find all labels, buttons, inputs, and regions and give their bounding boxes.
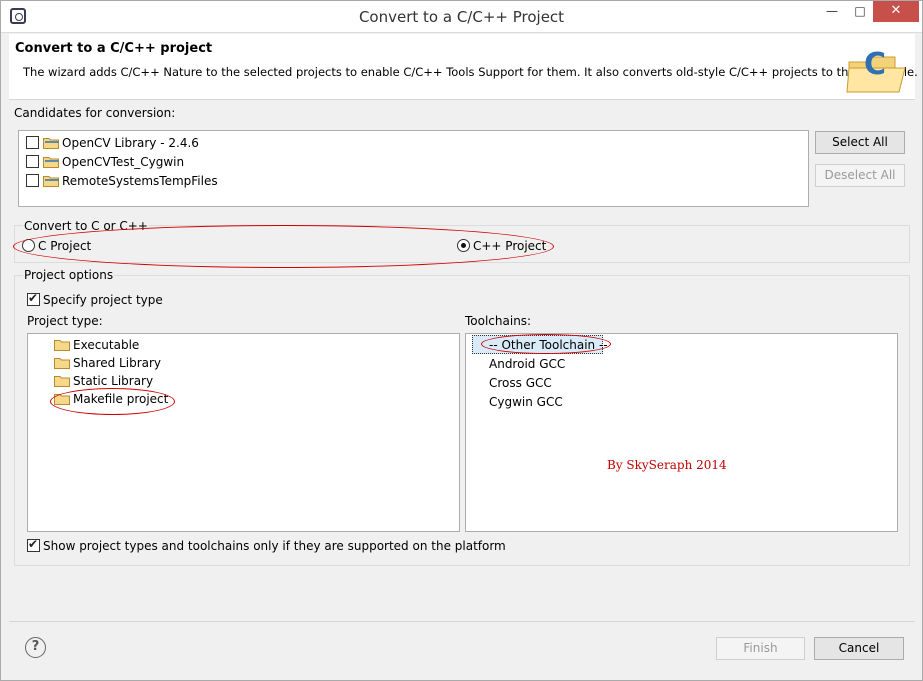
- c-project-label: C Project: [38, 238, 92, 253]
- candidate-checkbox[interactable]: [26, 136, 39, 149]
- specify-type-option[interactable]: Specify project type: [27, 290, 163, 309]
- watermark-text: By SkySeraph 2014: [607, 458, 727, 472]
- candidate-row[interactable]: OpenCV Library - 2.4.6: [26, 133, 199, 152]
- candidate-checkbox[interactable]: [26, 155, 39, 168]
- c-project-radio-button[interactable]: [22, 239, 35, 252]
- minimize-button[interactable]: —: [819, 1, 845, 22]
- c-project-radio[interactable]: C Project: [22, 236, 91, 255]
- window-title: Convert to a C/C++ Project: [358, 8, 565, 26]
- candidate-row[interactable]: OpenCVTest_Cygwin: [26, 152, 184, 171]
- project-folder-icon: [43, 175, 59, 187]
- toolchains-list[interactable]: -- Other Toolchain -- Android GCC Cross …: [465, 333, 898, 532]
- folder-icon: [54, 393, 70, 405]
- cpp-project-label: C++ Project: [473, 238, 547, 253]
- cpp-project-radio-button[interactable]: [457, 239, 470, 252]
- project-folder-icon: [43, 156, 59, 168]
- toolchain-item[interactable]: Cygwin GCC: [489, 392, 563, 411]
- wizard-description: The wizard adds C/C++ Nature to the sele…: [23, 65, 918, 79]
- toolchains-label: Toolchains:: [465, 314, 532, 328]
- help-icon[interactable]: ?: [25, 637, 46, 658]
- candidate-label: OpenCV Library - 2.4.6: [62, 135, 199, 150]
- folder-icon: [54, 357, 70, 369]
- convert-group-label: Convert to C or C++: [23, 219, 149, 233]
- project-type-label: Project type:: [27, 314, 103, 328]
- show-supported-label: Show project types and toolchains only i…: [43, 538, 506, 553]
- cancel-button[interactable]: Cancel: [814, 637, 904, 660]
- close-button[interactable]: ✕: [873, 1, 919, 22]
- dialog-window: Convert to a C/C++ Project — □ ✕ Convert…: [0, 0, 923, 681]
- candidates-list[interactable]: OpenCV Library - 2.4.6 OpenCVTest_Cygwin…: [18, 130, 809, 207]
- project-type-label: Makefile project: [73, 391, 169, 406]
- title-bar[interactable]: Convert to a C/C++ Project — □ ✕: [1, 1, 922, 33]
- c-folder-wizard-icon: C: [846, 47, 906, 93]
- specify-type-checkbox[interactable]: [27, 291, 40, 306]
- project-type-item[interactable]: Static Library: [50, 371, 153, 390]
- select-all-button[interactable]: Select All: [815, 131, 905, 154]
- toolchain-label: Android GCC: [489, 356, 566, 371]
- candidate-checkbox[interactable]: [26, 174, 39, 187]
- show-supported-checkbox[interactable]: [27, 537, 40, 552]
- toolchain-item[interactable]: Android GCC: [489, 354, 565, 373]
- project-folder-icon: [43, 137, 59, 149]
- toolchain-item[interactable]: Cross GCC: [489, 373, 552, 392]
- svg-text:C: C: [864, 47, 886, 82]
- project-type-item[interactable]: Shared Library: [50, 353, 161, 372]
- toolchain-label: -- Other Toolchain --: [489, 337, 608, 352]
- project-options-label: Project options: [23, 268, 115, 282]
- wizard-header: Convert to a C/C++ project The wizard ad…: [9, 34, 918, 100]
- folder-icon: [54, 339, 70, 351]
- folder-icon: [54, 375, 70, 387]
- project-type-list[interactable]: Executable Shared Library Static Library…: [27, 333, 460, 532]
- project-type-item[interactable]: Makefile project: [50, 389, 168, 408]
- candidate-row[interactable]: RemoteSystemsTempFiles: [26, 171, 218, 190]
- wizard-title: Convert to a C/C++ project: [15, 41, 213, 56]
- toolchain-label: Cross GCC: [489, 375, 552, 390]
- toolchain-item-selected[interactable]: -- Other Toolchain --: [472, 335, 608, 354]
- cpp-project-radio[interactable]: C++ Project: [457, 236, 546, 255]
- project-type-label: Shared Library: [73, 355, 162, 370]
- project-type-item[interactable]: Executable: [50, 335, 139, 354]
- deselect-all-button[interactable]: Deselect All: [815, 164, 905, 187]
- maximize-button[interactable]: □: [847, 1, 873, 22]
- specify-type-label: Specify project type: [43, 292, 163, 307]
- project-type-label: Static Library: [73, 373, 154, 388]
- toolchain-label: Cygwin GCC: [489, 394, 563, 409]
- candidate-label: OpenCVTest_Cygwin: [62, 154, 185, 169]
- candidates-label: Candidates for conversion:: [14, 106, 176, 120]
- candidate-label: RemoteSystemsTempFiles: [62, 173, 218, 188]
- footer-separator: [9, 621, 915, 622]
- project-type-label: Executable: [73, 337, 140, 352]
- show-supported-option[interactable]: Show project types and toolchains only i…: [27, 536, 506, 555]
- finish-button[interactable]: Finish: [716, 637, 805, 660]
